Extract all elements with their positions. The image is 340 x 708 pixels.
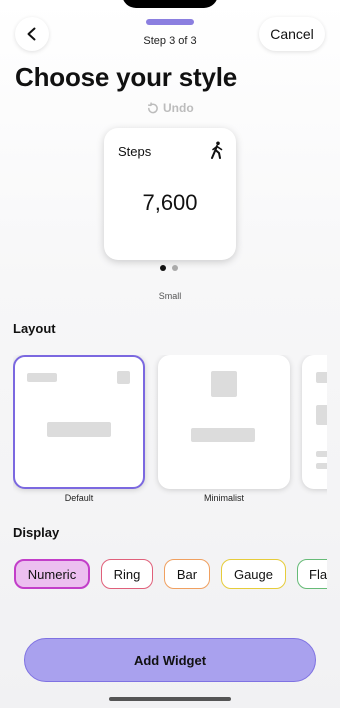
placeholder-line [316,451,327,457]
step-indicator: Step 3 of 3 [130,19,210,47]
display-chip-numeric[interactable]: Numeric [14,559,90,589]
placeholder-label [27,373,57,382]
add-widget-button[interactable]: Add Widget [24,638,316,682]
placeholder-bar [316,405,327,425]
layout-thumbnail-default[interactable] [13,355,145,489]
layout-option-third[interactable] [302,355,327,489]
display-section-title: Display [13,525,60,540]
display-chip-flame[interactable]: Fla [297,559,327,589]
display-options[interactable]: Numeric Ring Bar Gauge Fla [13,559,327,591]
device-notch [122,0,218,8]
placeholder-value [47,422,111,437]
chevron-left-icon [27,27,36,41]
preview-value: 7,600 [142,190,198,215]
placeholder-icon [117,371,130,384]
preview-label: Steps [118,144,152,159]
progress-bar [146,19,194,25]
undo-button[interactable]: Undo [146,101,194,115]
page-dot-1[interactable] [160,265,166,271]
back-button[interactable] [15,17,49,51]
page-dots [160,265,178,271]
placeholder-line [316,463,327,469]
undo-icon [147,101,158,113]
step-text: Step 3 of 3 [143,35,197,47]
display-chip-ring[interactable]: Ring [101,559,153,589]
layout-caption-default: Default [64,493,94,503]
layout-option-default[interactable]: Default [13,355,145,503]
layout-thumbnail-third[interactable] [302,355,327,489]
cancel-button[interactable]: Cancel [259,17,325,51]
placeholder-icon [211,371,237,397]
layout-section-title: Layout [13,321,56,336]
display-chip-bar[interactable]: Bar [164,559,210,589]
page-dot-2[interactable] [172,265,178,271]
walking-person-icon [211,141,223,159]
home-indicator [109,697,231,701]
layout-thumbnail-minimalist[interactable] [158,355,290,489]
placeholder-icon [316,372,327,383]
layout-options[interactable]: Default Minimalist [13,355,327,515]
undo-label: Undo [163,101,194,115]
page-title: Choose your style [15,62,237,92]
placeholder-value [191,428,255,442]
layout-caption-minimalist: Minimalist [203,493,244,503]
widget-preview: Steps 7,600 [104,128,236,260]
display-chip-gauge[interactable]: Gauge [221,559,286,589]
size-label: Small [158,291,182,301]
layout-option-minimalist[interactable]: Minimalist [158,355,290,503]
progress-fill [146,19,194,25]
